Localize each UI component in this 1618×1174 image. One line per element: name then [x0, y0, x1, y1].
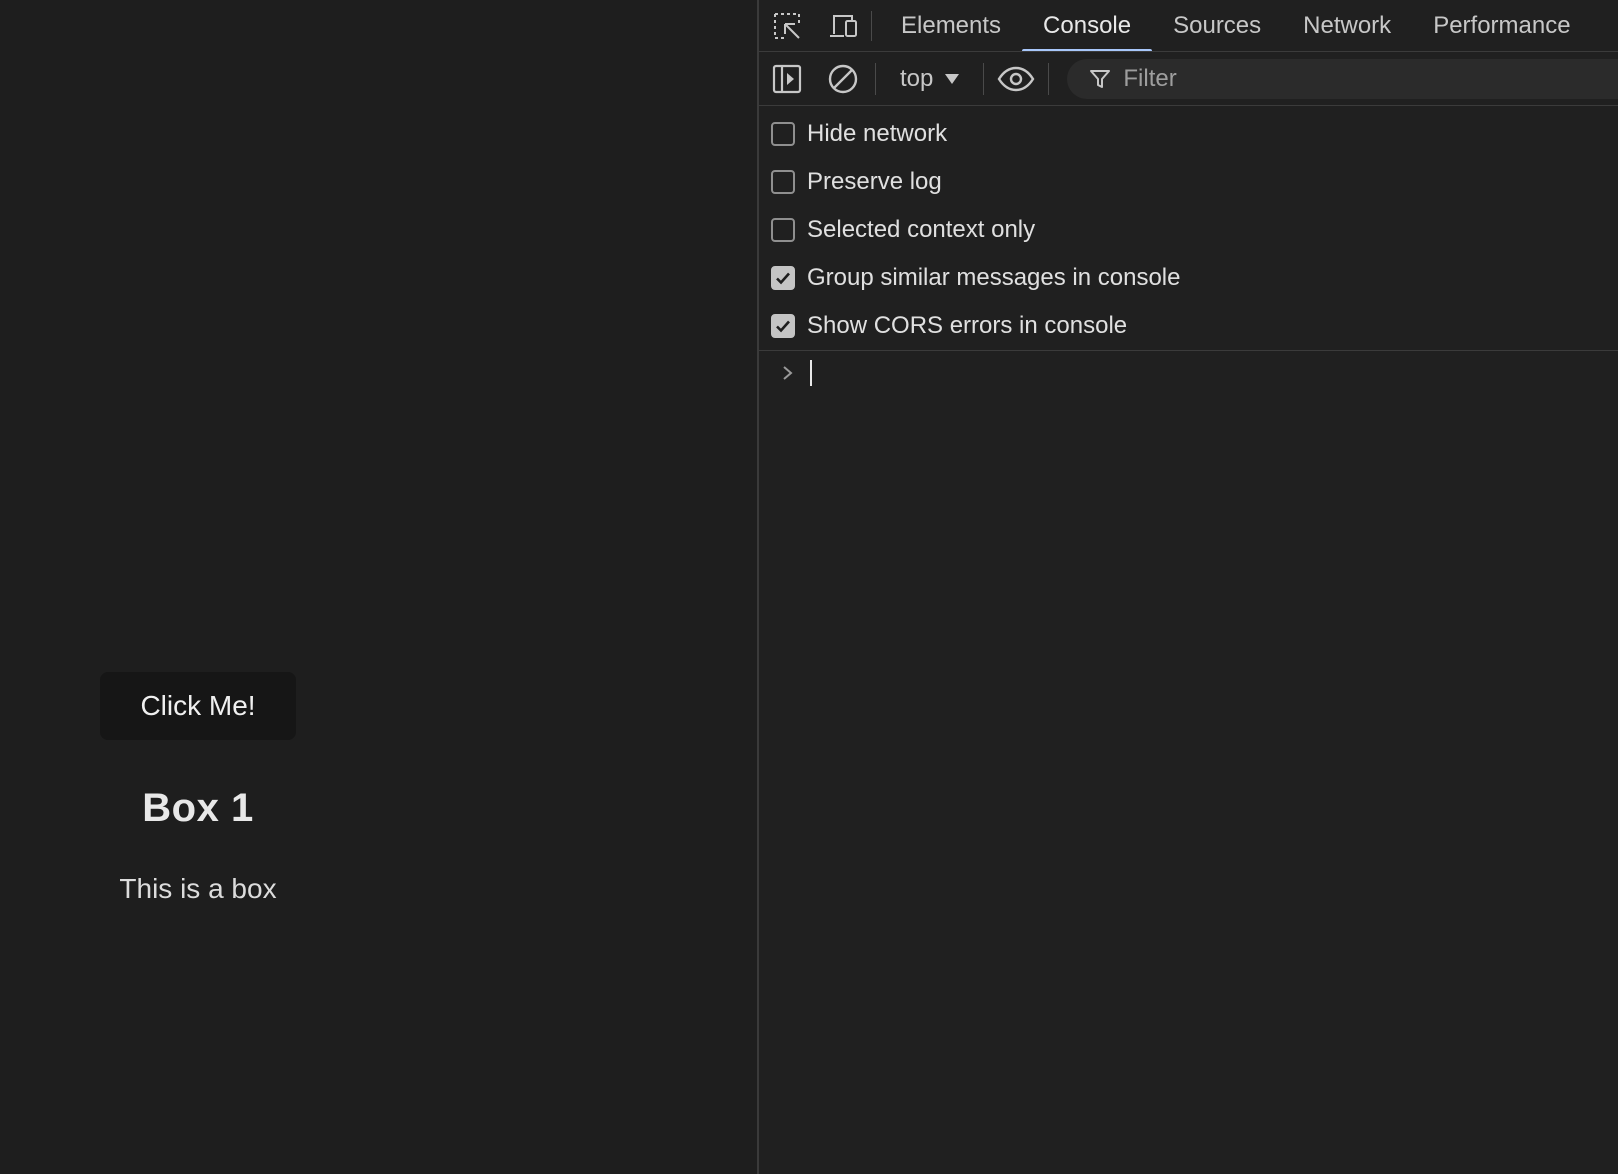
setting-label: Hide network [807, 120, 948, 147]
filter-input[interactable]: Filter [1067, 58, 1618, 99]
console-settings: Hide network Preserve log Selected conte… [759, 106, 1618, 351]
selected-context-only-checkbox[interactable] [771, 218, 795, 242]
toolbar-separator [875, 62, 876, 95]
setting-show-cors-errors[interactable]: Show CORS errors in console [759, 302, 1618, 350]
group-similar-checkbox[interactable] [771, 266, 795, 290]
toolbar-separator [983, 62, 985, 95]
tab-console[interactable]: Console [1022, 0, 1153, 51]
show-cors-errors-checkbox[interactable] [771, 314, 795, 338]
clear-console-icon[interactable] [815, 52, 871, 105]
toolbar-separator [1048, 62, 1050, 95]
context-selector[interactable]: top [880, 52, 979, 105]
box-text: This is a box [119, 873, 277, 904]
tab-elements[interactable]: Elements [880, 0, 1022, 51]
live-expression-eye-icon[interactable] [988, 52, 1044, 105]
setting-preserve-log[interactable]: Preserve log [759, 158, 1618, 206]
tab-sources[interactable]: Sources [1152, 0, 1282, 51]
inspect-element-icon[interactable] [759, 0, 815, 51]
tab-performance[interactable]: Performance [1412, 0, 1591, 51]
device-toolbar-icon[interactable] [815, 0, 871, 51]
text-cursor [810, 360, 812, 386]
click-me-button[interactable]: Click Me! [100, 672, 296, 740]
filter-icon [1090, 69, 1111, 88]
chevron-right-icon [781, 364, 801, 382]
setting-group-similar[interactable]: Group similar messages in console [759, 254, 1618, 302]
tab-network[interactable]: Network [1282, 0, 1412, 51]
demo-box: Click Me! Box 1 This is a box [98, 672, 298, 905]
devtools-tab-bar: Elements Console Sources Network Perform… [759, 0, 1618, 52]
setting-label: Preserve log [807, 168, 942, 195]
setting-label: Selected context only [807, 216, 1036, 243]
setting-label: Group similar messages in console [807, 264, 1181, 291]
setting-selected-context-only[interactable]: Selected context only [759, 206, 1618, 254]
box-title: Box 1 [142, 786, 254, 830]
toolbar-separator [871, 10, 872, 41]
preserve-log-checkbox[interactable] [771, 170, 795, 194]
devtools-panel: Elements Console Sources Network Perform… [759, 0, 1618, 1174]
context-selector-label: top [900, 64, 934, 92]
hide-network-checkbox[interactable] [771, 122, 795, 146]
filter-placeholder: Filter [1123, 64, 1177, 92]
console-toolbar: top Filter [759, 52, 1618, 106]
setting-label: Show CORS errors in console [807, 312, 1128, 339]
console-prompt[interactable] [759, 351, 1618, 395]
checkmark-icon [776, 272, 790, 285]
sidebar-toggle-icon[interactable] [759, 52, 815, 105]
rendered-page: Click Me! Box 1 This is a box [0, 0, 757, 1174]
chevron-down-icon [945, 73, 960, 84]
setting-hide-network[interactable]: Hide network [759, 110, 1618, 158]
checkmark-icon [776, 320, 790, 333]
